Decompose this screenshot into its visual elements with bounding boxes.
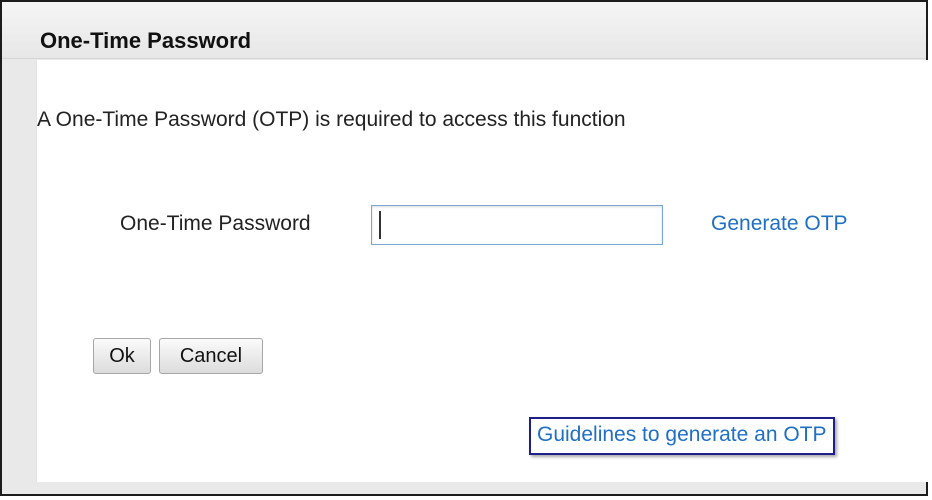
dialog-header: One-Time Password bbox=[2, 2, 926, 59]
ok-button[interactable]: Ok bbox=[93, 338, 151, 374]
cancel-button[interactable]: Cancel bbox=[159, 338, 263, 374]
otp-field-label: One-Time Password bbox=[120, 212, 311, 235]
dialog-title: One-Time Password bbox=[40, 28, 252, 53]
generate-otp-link[interactable]: Generate OTP bbox=[711, 212, 848, 236]
otp-guidelines-link[interactable]: Guidelines to generate an OTP bbox=[529, 417, 835, 455]
text-cursor bbox=[379, 211, 381, 239]
dialog-body: A One-Time Password (OTP) is required to… bbox=[36, 60, 931, 482]
otp-required-message: A One-Time Password (OTP) is required to… bbox=[37, 108, 626, 131]
otp-dialog: One-Time Password A One-Time Password (O… bbox=[0, 0, 931, 496]
otp-input[interactable] bbox=[371, 205, 663, 245]
